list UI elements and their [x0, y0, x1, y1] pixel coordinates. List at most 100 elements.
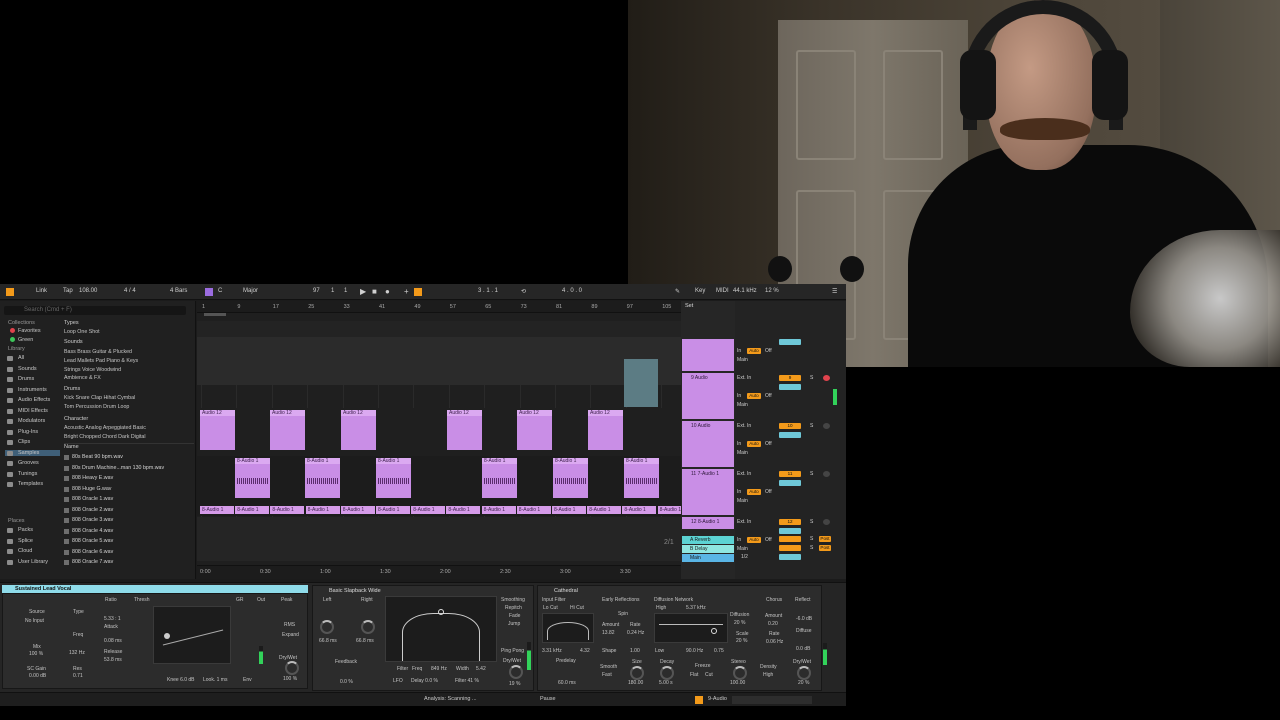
track-header-12[interactable]: 12 8-Audio 1 — [682, 517, 734, 529]
flat-button[interactable]: Flat — [690, 672, 698, 678]
high-button[interactable]: High — [656, 605, 666, 611]
library-item[interactable]: Clips — [7, 439, 30, 445]
output-select[interactable]: Main — [737, 546, 748, 552]
audio-clip[interactable]: 8-Audio 1 — [376, 506, 410, 514]
scale-select[interactable]: Major — [243, 288, 258, 294]
delay-right-knob[interactable] — [361, 620, 375, 634]
browser-file-item[interactable]: 808 Heavy E.wav — [63, 475, 113, 481]
audio-clip[interactable]: Audio 12 — [270, 410, 305, 450]
midi-map-button[interactable]: MIDI — [716, 288, 729, 294]
output-select[interactable]: Main — [737, 450, 748, 456]
reverb-dry-wet-knob[interactable] — [797, 666, 811, 680]
freq-value[interactable]: 132 Hz — [69, 650, 85, 656]
audio-clip[interactable]: Audio 12 — [341, 410, 376, 450]
stereo-value[interactable]: 100.00 — [730, 680, 745, 686]
time-signature[interactable]: 4 / 4 — [124, 288, 136, 294]
rms-button[interactable]: RMS — [284, 622, 295, 628]
track-activator[interactable]: 9 — [779, 375, 801, 381]
input-filter-graph[interactable] — [542, 613, 594, 643]
delay-freq-value[interactable]: 849 Hz — [431, 666, 447, 672]
lfo-toggle[interactable]: LFO — [393, 678, 403, 684]
time-ruler[interactable]: 0:00 0:30 1:00 1:30 2:00 2:30 3:00 3:30 — [197, 565, 681, 579]
low-width-value[interactable]: 0.75 — [714, 648, 724, 654]
set-label[interactable]: Set — [685, 303, 693, 309]
audio-clip[interactable]: 8-Audio 1 — [200, 506, 234, 514]
beat-ruler[interactable]: 1 9 17 25 33 41 49 57 65 73 81 89 97 105 — [197, 301, 681, 313]
return-track-header[interactable]: A Reverb — [682, 536, 734, 544]
loop-toggle-icon[interactable]: ⟲ — [521, 288, 526, 295]
monitor-in-button[interactable]: In — [737, 393, 741, 399]
audio-clip[interactable]: 8-Audio 1 — [482, 458, 517, 498]
record-icon[interactable]: ● — [385, 287, 390, 296]
delay-right-value[interactable]: 66.8 ms — [356, 638, 374, 644]
browser-file-item[interactable]: 808 Oracle 2.wav — [63, 507, 113, 513]
monitor-in-button[interactable]: In — [737, 348, 741, 354]
collection-item[interactable]: Favorites — [10, 328, 41, 334]
delay-left-value[interactable]: 66.8 ms — [319, 638, 337, 644]
audio-clip[interactable]: 8-Audio 1 — [411, 506, 446, 514]
tag-row[interactable]: Bass Brass Guitar & Plucked — [64, 349, 132, 355]
link-button[interactable]: Link — [36, 288, 47, 294]
audio-clip[interactable]: 8-Audio 1 — [340, 506, 375, 514]
library-item[interactable]: Grooves — [7, 460, 39, 466]
feedback-value[interactable]: 0.0 % — [340, 679, 353, 685]
return-track-header[interactable]: Main — [682, 554, 734, 562]
browser-file-item[interactable]: 808 Oracle 7.wav — [63, 559, 113, 565]
return-post-button[interactable]: Post — [819, 536, 831, 542]
position-beat[interactable]: 1 — [331, 288, 334, 294]
high-freq-value[interactable]: 5.37 kHz — [686, 605, 706, 611]
er-rate-value[interactable]: 0.24 Hz — [627, 630, 644, 636]
selected-track-name[interactable]: 9-Audio — [708, 696, 727, 702]
audio-clip[interactable]: 8-Audio 1 — [552, 506, 586, 514]
diffuse-value[interactable]: 0.0 dB — [796, 646, 810, 652]
spin-button[interactable]: Spin — [618, 611, 628, 617]
browser-file-item[interactable]: 808 Oracle 6.wav — [63, 549, 113, 555]
expand-button[interactable]: Expand — [282, 632, 299, 638]
monitor-in-button[interactable]: In — [737, 441, 741, 447]
delay-filter-graph[interactable] — [385, 596, 497, 662]
return-track-header[interactable]: B Delay — [682, 545, 734, 553]
audio-clip[interactable]: 8-Audio 1 — [235, 458, 270, 498]
compressor-graph[interactable] — [153, 606, 231, 664]
chorus-rate-value[interactable]: 0.06 Hz — [766, 639, 783, 645]
lfo-delay-value[interactable]: Delay 0.0 % — [411, 678, 438, 684]
live-logo-icon[interactable] — [6, 288, 14, 298]
automation-arm-icon[interactable] — [414, 288, 422, 298]
tag-row[interactable]: Kick Snare Clap Hihat Cymbal — [64, 395, 135, 401]
shape-value[interactable]: 1.00 — [630, 648, 640, 654]
solo-button[interactable]: S — [810, 471, 813, 477]
er-amount-value[interactable]: 13.82 — [602, 630, 615, 636]
repitch-button[interactable]: Repitch — [505, 605, 522, 611]
audio-clip[interactable]: 8-Audio 1 — [305, 458, 340, 498]
chorus-button[interactable]: Chorus — [766, 597, 782, 603]
delay-device[interactable]: Basic Slapback Wide Left Right 66.8 ms 6… — [312, 585, 534, 691]
monitor-off-button[interactable]: Off — [765, 441, 772, 447]
places-item[interactable]: User Library — [7, 559, 48, 565]
loop-length[interactable]: 4 . 0 . 0 — [562, 288, 582, 294]
name-column-header[interactable]: Name — [64, 443, 194, 450]
low-freq-value[interactable]: 90.0 Hz — [686, 648, 703, 654]
delay-dry-wet-value[interactable]: 19 % — [509, 681, 520, 687]
audio-clip[interactable]: 8-Audio 1 — [624, 458, 659, 498]
delay-width-value[interactable]: 5.42 — [476, 666, 486, 672]
output-select[interactable]: Main — [737, 498, 748, 504]
tempo-field[interactable]: 108.00 — [79, 288, 97, 294]
track-lane-9[interactable] — [197, 337, 681, 407]
monitor-auto-button[interactable]: Auto — [747, 348, 761, 354]
output-select[interactable]: Main — [737, 357, 748, 363]
audio-clip[interactable]: 8-Audio 1 — [553, 458, 588, 498]
audio-clip[interactable]: 8-Audio 1 — [516, 506, 551, 514]
scale-toggle-icon[interactable] — [205, 288, 213, 298]
audio-clip[interactable]: Audio 12 — [200, 410, 235, 450]
menu-icon[interactable]: ☰ — [832, 288, 837, 295]
freeze-button[interactable]: Freeze — [695, 663, 711, 669]
tag-row[interactable]: Tom Percussion Drum Loop — [64, 404, 129, 410]
density-value[interactable]: High — [763, 672, 773, 678]
arrangement-view[interactable]: 1 9 17 25 33 41 49 57 65 73 81 89 97 105 Audio 12 Audi… — [197, 301, 692, 579]
audio-clip[interactable]: 8-Audio 1 — [376, 458, 411, 498]
position-sixteenth[interactable]: 1 — [344, 288, 347, 294]
monitor-off-button[interactable]: Off — [765, 348, 772, 354]
monitor-off-button[interactable]: Off — [765, 537, 772, 543]
library-item[interactable]: MIDI Effects — [7, 408, 48, 414]
low-button[interactable]: Low — [655, 648, 664, 654]
